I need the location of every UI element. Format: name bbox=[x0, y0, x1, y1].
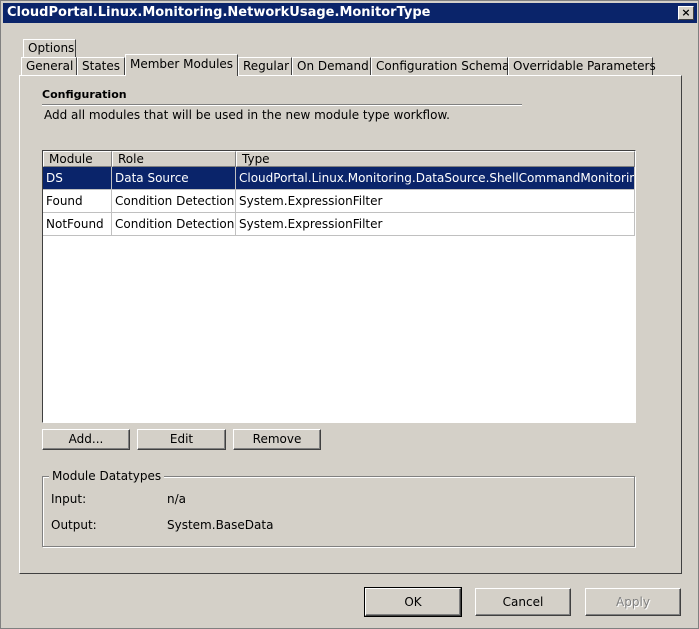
tab-states-label: States bbox=[82, 59, 121, 73]
remove-module-button[interactable]: Remove bbox=[233, 429, 321, 450]
input-value: n/a bbox=[167, 492, 187, 506]
column-header-module[interactable]: Module bbox=[43, 151, 112, 167]
tab-configuration-schema[interactable]: Configuration Schema bbox=[371, 57, 510, 76]
cell-type: System.ExpressionFilter bbox=[236, 213, 635, 236]
apply-button[interactable]: Apply bbox=[585, 588, 681, 616]
table-row[interactable]: NotFound Condition Detection System.Expr… bbox=[43, 213, 635, 236]
cell-role: Data Source bbox=[112, 167, 236, 190]
cancel-button[interactable]: Cancel bbox=[475, 588, 571, 616]
tab-on-demand-label: On Demand bbox=[297, 59, 369, 73]
tab-options[interactable]: Options bbox=[23, 39, 76, 58]
tab-overridable-parameters-label: Overridable Parameters bbox=[513, 59, 656, 73]
ok-button[interactable]: OK bbox=[364, 587, 462, 617]
tab-regular[interactable]: Regular bbox=[238, 57, 292, 76]
cell-module: Found bbox=[43, 190, 112, 213]
tab-overridable-parameters[interactable]: Overridable Parameters bbox=[508, 57, 656, 76]
module-datatypes-group: Module Datatypes Input: n/a Output: Syst… bbox=[42, 469, 635, 547]
modules-list-header: Module Role Type bbox=[43, 151, 635, 167]
title-bar[interactable]: CloudPortal.Linux.Monitoring.NetworkUsag… bbox=[3, 3, 697, 23]
tab-regular-label: Regular bbox=[243, 59, 290, 73]
tab-member-modules[interactable]: Member Modules bbox=[125, 54, 238, 76]
input-label: Input: bbox=[51, 492, 87, 506]
dialog-window: CloudPortal.Linux.Monitoring.NetworkUsag… bbox=[0, 0, 699, 629]
output-value: System.BaseData bbox=[167, 518, 274, 532]
tab-options-label: Options bbox=[28, 41, 75, 55]
cell-type: CloudPortal.Linux.Monitoring.DataSource.… bbox=[236, 167, 635, 190]
cell-type: System.ExpressionFilter bbox=[236, 190, 635, 213]
tab-general[interactable]: General bbox=[21, 57, 77, 76]
configuration-description: Add all modules that will be used in the… bbox=[44, 108, 450, 122]
tab-configuration-schema-label: Configuration Schema bbox=[376, 59, 510, 73]
cell-role: Condition Detection bbox=[112, 213, 236, 236]
column-header-type[interactable]: Type bbox=[236, 151, 635, 167]
tab-states[interactable]: States bbox=[77, 57, 125, 76]
tab-general-label: General bbox=[26, 59, 74, 73]
column-header-role[interactable]: Role bbox=[112, 151, 236, 167]
section-divider bbox=[42, 104, 522, 106]
window-title: CloudPortal.Linux.Monitoring.NetworkUsag… bbox=[7, 5, 431, 20]
add-module-button[interactable]: Add... bbox=[42, 429, 130, 450]
member-modules-panel: Configuration Add all modules that will … bbox=[19, 75, 682, 574]
tab-member-modules-label: Member Modules bbox=[130, 57, 234, 71]
output-label: Output: bbox=[51, 518, 97, 532]
cell-module: NotFound bbox=[43, 213, 112, 236]
edit-module-button[interactable]: Edit bbox=[137, 429, 226, 450]
cell-module: DS bbox=[43, 167, 112, 190]
table-row[interactable]: DS Data Source CloudPortal.Linux.Monitor… bbox=[43, 167, 635, 190]
close-icon[interactable]: × bbox=[678, 6, 694, 20]
module-datatypes-title: Module Datatypes bbox=[49, 469, 165, 483]
configuration-heading: Configuration bbox=[42, 88, 127, 101]
modules-list[interactable]: Module Role Type DS Data Source CloudPor… bbox=[42, 150, 636, 423]
cell-role: Condition Detection bbox=[112, 190, 236, 213]
tab-on-demand[interactable]: On Demand bbox=[292, 57, 371, 76]
table-row[interactable]: Found Condition Detection System.Express… bbox=[43, 190, 635, 213]
